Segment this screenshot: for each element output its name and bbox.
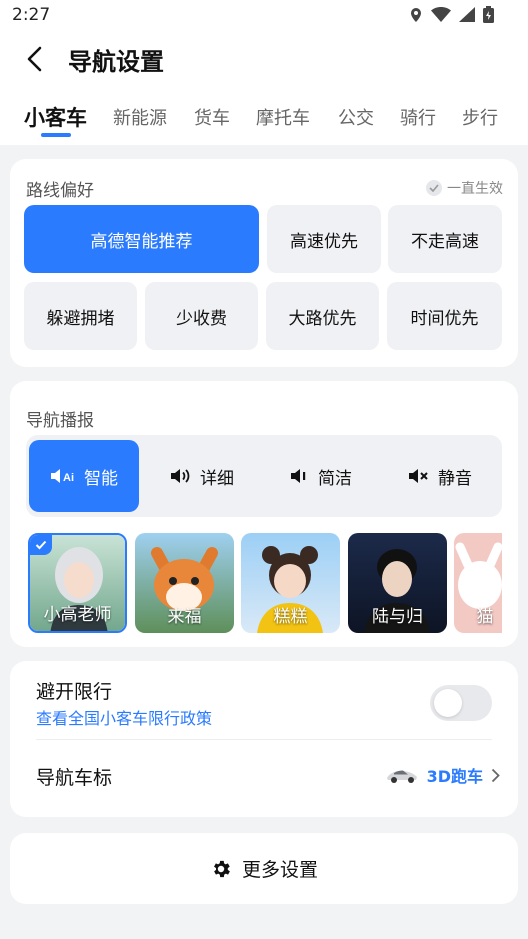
speaker-low-icon: [291, 469, 306, 483]
ai-speaker-icon: Ai: [51, 469, 74, 484]
always-effective-label: 一直生效: [447, 181, 503, 197]
option-avoid-congestion[interactable]: 躲避拥堵: [24, 282, 137, 350]
tab-motorcycle[interactable]: 摩托车: [256, 104, 310, 130]
divider: [36, 739, 492, 740]
more-settings-label: 更多设置: [241, 859, 318, 881]
voice-name: 陆与归: [372, 607, 423, 627]
mode-smart-label: 智能: [84, 468, 118, 489]
option-main-road-first[interactable]: 大路优先: [266, 282, 379, 350]
mode-detailed-label: 详细: [200, 468, 234, 489]
voice-card-laifu[interactable]: 来福: [135, 533, 234, 633]
status-bar: 2:27: [0, 0, 528, 32]
battery-icon: [483, 6, 494, 23]
mode-mute-label: 静音: [438, 468, 472, 489]
voice-card-cat[interactable]: 猫: [454, 533, 502, 633]
tab-car[interactable]: 小客车: [24, 102, 87, 132]
tab-new-energy[interactable]: 新能源: [113, 104, 167, 130]
tab-bus[interactable]: 公交: [338, 104, 374, 130]
signal-icon: [459, 7, 475, 22]
chevron-right-icon: [491, 768, 500, 782]
sports-car-icon: [386, 770, 417, 783]
voice-name: 猫: [476, 607, 494, 627]
car-icon-value: 3D跑车: [426, 767, 483, 786]
location-icon: [411, 7, 421, 22]
tab-cycling[interactable]: 骑行: [400, 104, 436, 130]
page-title: 导航设置: [68, 48, 164, 76]
voice-name: 糕糕: [273, 607, 308, 627]
vehicle-tabs: 小客车 新能源 货车 摩托车 公交 骑行 步行: [0, 100, 528, 144]
back-button[interactable]: [26, 44, 54, 74]
mode-detailed-button[interactable]: 详细: [146, 440, 258, 512]
selected-check-icon: [30, 535, 52, 555]
always-effective-toggle[interactable]: 一直生效: [426, 178, 503, 198]
status-time: 2:27: [12, 5, 51, 25]
broadcast-mode-selector: Ai 智能 详细 简洁 静音: [26, 435, 502, 517]
status-icons: [409, 6, 494, 23]
voice-card-gaogao[interactable]: 糕糕: [241, 533, 340, 633]
navigation-broadcast-card: 导航播报 Ai 智能 详细 简洁 静音 小高老师 来福 糕糕 陆与归 猫: [10, 381, 518, 647]
check-icon: [426, 180, 442, 196]
chevron-left-icon: [27, 46, 42, 72]
more-settings-button[interactable]: 更多设置: [10, 833, 518, 904]
page-header: 导航设置: [0, 36, 528, 82]
driving-settings-card: 避开限行 查看全国小客车限行政策 导航车标 3D跑车: [10, 661, 518, 817]
restriction-policy-link[interactable]: 查看全国小客车限行政策: [36, 705, 212, 729]
tab-truck[interactable]: 货车: [194, 104, 230, 130]
speaker-mute-icon: [409, 469, 428, 483]
tab-walking[interactable]: 步行: [462, 104, 498, 130]
speaker-full-icon: [171, 469, 190, 483]
toggle-knob: [434, 689, 462, 717]
option-less-toll[interactable]: 少收费: [145, 282, 258, 350]
voice-card-luyugui[interactable]: 陆与归: [348, 533, 447, 633]
car-icon-title: 导航车标: [36, 767, 113, 789]
option-highway-first[interactable]: 高速优先: [267, 205, 381, 273]
route-preference-card: 路线偏好 一直生效 高德智能推荐 高速优先 不走高速 躲避拥堵 少收费 大路优先…: [10, 159, 518, 367]
svg-text:Ai: Ai: [63, 472, 74, 484]
voice-card-xiaogao[interactable]: 小高老师: [28, 533, 127, 633]
option-avoid-highway[interactable]: 不走高速: [388, 205, 502, 273]
tab-indicator: [41, 133, 71, 137]
mode-mute-button[interactable]: 静音: [384, 440, 496, 512]
gear-icon: [214, 860, 230, 877]
option-smart-recommend[interactable]: 高德智能推荐: [24, 205, 259, 273]
option-time-first[interactable]: 时间优先: [387, 282, 502, 350]
mode-concise-label: 简洁: [318, 468, 352, 489]
mode-smart-button[interactable]: Ai 智能: [29, 440, 139, 512]
wifi-icon: [431, 7, 451, 22]
route-preference-title: 路线偏好: [26, 181, 94, 201]
avoid-restriction-toggle[interactable]: [430, 685, 492, 721]
mode-concise-button[interactable]: 简洁: [265, 440, 377, 512]
voice-name: 小高老师: [43, 605, 112, 625]
voice-name: 来福: [167, 607, 202, 627]
avoid-restriction-title: 避开限行: [36, 681, 113, 703]
broadcast-title: 导航播报: [26, 411, 94, 431]
car-icon-selector[interactable]: 3D跑车: [385, 763, 500, 787]
